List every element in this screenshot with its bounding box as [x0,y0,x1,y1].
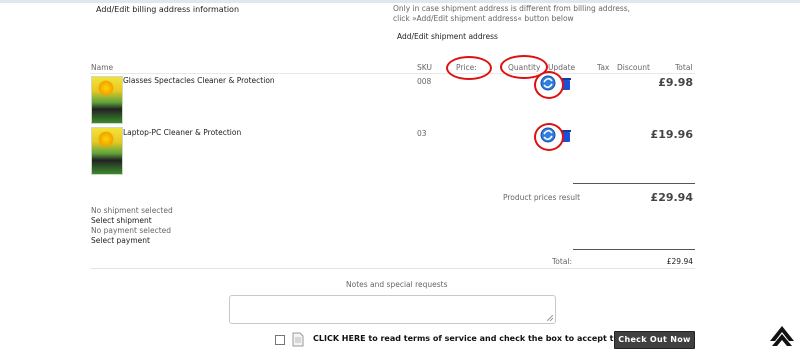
total-divider [573,249,695,250]
header-discount: Discount [617,63,650,72]
annotation-circle-update [534,71,564,99]
no-shipment-text: No shipment selected [91,206,173,215]
total-label: Total: [552,257,573,266]
total-bottom-divider [90,268,695,269]
product-sku: 008 [417,77,432,86]
annotation-circle-price [446,56,492,80]
header-total: Total [675,63,693,72]
product-name-link[interactable]: Laptop-PC Cleaner & Protection [123,128,241,137]
shipment-address-link[interactable]: Add/Edit shipment address [397,32,498,41]
subtotal-divider [573,183,695,184]
select-payment-link[interactable]: Select payment [91,236,150,245]
shipment-note-line1: Only in case shipment address is differe… [393,4,631,13]
chevron-up-icon [770,326,794,346]
notes-textarea[interactable] [229,295,556,324]
product-prices-value: £29.94 [650,191,693,204]
product-prices-label: Product prices result [503,193,581,202]
header-name: Name [91,63,114,72]
scroll-to-top-button[interactable] [764,314,800,350]
total-value: £29.94 [666,257,693,266]
terms-document-icon [292,332,304,351]
select-shipment-link[interactable]: Select shipment [91,216,152,225]
resize-handle-icon [547,315,553,321]
header-sku: SKU [417,63,432,72]
header-tax: Tax [597,63,610,72]
shipment-note-line2: click »Add/Edit shipment address« button… [393,14,574,23]
row-total: £9.98 [658,76,693,89]
top-border [0,0,800,3]
billing-address-link[interactable]: Add/Edit billing address information [96,5,239,14]
header-divider [90,73,695,74]
accept-terms-checkbox[interactable] [275,335,285,345]
product-name-link[interactable]: Glasses Spectacles Cleaner & Protection [123,76,275,85]
product-thumbnail[interactable] [91,76,123,124]
no-payment-text: No payment selected [91,226,172,235]
notes-label: Notes and special requests [346,280,448,289]
terms-of-service-link[interactable]: CLICK HERE to read terms of service and … [313,334,636,343]
product-thumbnail[interactable] [91,127,123,175]
row-total: £19.96 [650,128,693,141]
product-sku: 03 [417,129,427,138]
annotation-circle-update [534,123,564,151]
checkout-button[interactable]: Check Out Now [614,331,695,349]
